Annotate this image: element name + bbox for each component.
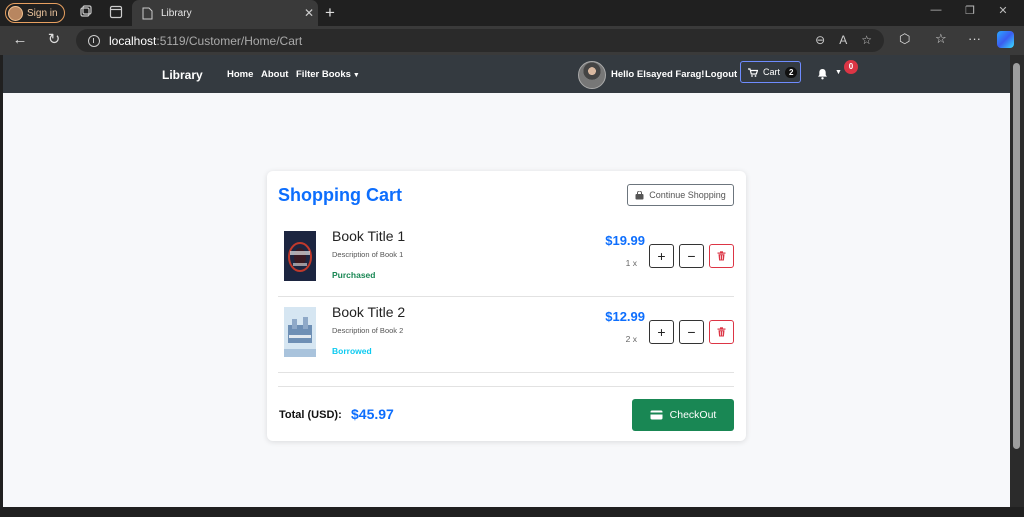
total-value: $45.97 [351, 406, 394, 422]
checkout-button[interactable]: CheckOut [632, 399, 734, 431]
restore-icon[interactable]: ❐ [963, 4, 977, 17]
total-label: Total (USD): [279, 409, 342, 421]
cart-button[interactable]: Cart 2 [740, 61, 801, 83]
url-host: localhost [109, 33, 157, 48]
continue-shopping-button[interactable]: Continue Shopping [627, 184, 734, 206]
item-quantity: 1 x [625, 258, 637, 268]
divider [278, 386, 734, 387]
web-page: Library Home About Filter Books ▼ Hello E… [3, 55, 1010, 507]
cart-item: Book Title 2 Description of Book 2 Borro… [278, 297, 734, 373]
decrease-quantity-button[interactable]: − [679, 320, 704, 344]
new-tab-icon[interactable]: + [325, 3, 341, 23]
browser-tab-strip: Sign in Library ✕ + — ❐ ✕ [0, 0, 1024, 26]
copilot-icon[interactable] [997, 31, 1014, 48]
site-info-icon[interactable] [88, 34, 100, 47]
page-title: Shopping Cart [278, 185, 402, 205]
favorites-icon[interactable]: ☆ [935, 31, 947, 47]
sign-in-button[interactable]: Sign in [5, 3, 65, 23]
tab-title: Library [161, 7, 192, 19]
remove-item-button[interactable] [709, 244, 734, 268]
increase-quantity-button[interactable]: + [649, 244, 674, 268]
minus-icon: − [687, 248, 696, 264]
address-bar[interactable]: localhost:5119/Customer/Home/Cart ⊖ A ☆ [76, 29, 884, 52]
decrease-quantity-button[interactable]: − [679, 244, 704, 268]
user-greeting: Hello Elsayed Farag! [611, 69, 705, 80]
page-icon [142, 7, 153, 19]
book-description: Description of Book 1 [332, 250, 404, 259]
favorite-star-icon[interactable]: ☆ [861, 33, 872, 47]
tab-actions-icon[interactable] [109, 5, 123, 19]
user-avatar [578, 61, 606, 89]
chevron-down-icon: ▼ [352, 72, 360, 79]
read-aloud-icon[interactable]: A [839, 33, 847, 47]
remove-item-button[interactable] [709, 320, 734, 344]
minimize-icon[interactable]: — [929, 4, 943, 16]
cart-label: Cart [763, 67, 781, 77]
window-bottom-edge [0, 507, 1024, 517]
logout-link[interactable]: Logout [705, 69, 737, 80]
site-navbar: Library Home About Filter Books ▼ Hello E… [3, 55, 1010, 93]
divider [278, 372, 734, 373]
increase-quantity-button[interactable]: + [649, 320, 674, 344]
trash-icon [717, 251, 726, 261]
profile-avatar-icon [8, 5, 23, 21]
credit-card-icon [650, 410, 663, 420]
sign-in-label: Sign in [27, 7, 58, 19]
book-title[interactable]: Book Title 1 [332, 228, 405, 244]
notification-count-badge: 0 [844, 60, 858, 74]
browser-tab-library[interactable]: Library ✕ [132, 0, 318, 26]
refresh-icon[interactable]: ↻ [45, 32, 63, 48]
close-window-icon[interactable]: ✕ [996, 4, 1010, 17]
back-arrow-icon[interactable]: ← [11, 32, 29, 48]
url-path: :5119/Customer/Home/Cart [156, 33, 303, 48]
item-price: $12.99 [605, 309, 645, 324]
book-cover-image[interactable] [284, 231, 316, 281]
extensions-icon[interactable]: ⬡ [899, 31, 910, 47]
plus-icon: + [657, 248, 666, 264]
book-title[interactable]: Book Title 2 [332, 304, 405, 320]
nav-about-link[interactable]: About [261, 69, 288, 80]
plus-icon: + [657, 324, 666, 340]
cart-icon [748, 67, 758, 77]
book-description: Description of Book 2 [332, 326, 404, 335]
filter-books-label: Filter Books [296, 69, 351, 80]
shopping-bag-icon [635, 190, 644, 199]
status-badge: Borrowed [332, 346, 372, 356]
shopping-cart-card: Shopping Cart Continue Shopping Book Tit… [267, 171, 746, 441]
book-cover-image[interactable] [284, 307, 316, 357]
checkout-label: CheckOut [669, 409, 717, 421]
status-badge: Purchased [332, 270, 376, 280]
workspaces-icon[interactable] [79, 5, 93, 19]
item-quantity: 2 x [625, 334, 637, 344]
close-tab-icon[interactable]: ✕ [300, 6, 318, 20]
zoom-icon[interactable]: ⊖ [815, 33, 825, 47]
brand-link[interactable]: Library [162, 68, 203, 82]
minus-icon: − [687, 324, 696, 340]
cart-item: Book Title 1 Description of Book 1 Purch… [278, 221, 734, 297]
notifications-chevron-down-icon[interactable]: ▼ [835, 69, 842, 76]
trash-icon [717, 327, 726, 337]
vertical-scrollbar[interactable] [1010, 55, 1024, 507]
browser-toolbar: ← ↻ localhost:5119/Customer/Home/Cart ⊖ … [0, 26, 1024, 55]
bell-icon[interactable] [817, 68, 828, 80]
item-price: $19.99 [605, 233, 645, 248]
cart-count-badge: 2 [785, 66, 798, 78]
continue-shopping-label: Continue Shopping [649, 190, 726, 200]
scrollbar-thumb[interactable] [1013, 63, 1020, 449]
nav-filter-books-dropdown[interactable]: Filter Books ▼ [296, 69, 360, 80]
nav-home-link[interactable]: Home [227, 69, 253, 80]
more-menu-icon[interactable]: ··· [968, 31, 981, 46]
